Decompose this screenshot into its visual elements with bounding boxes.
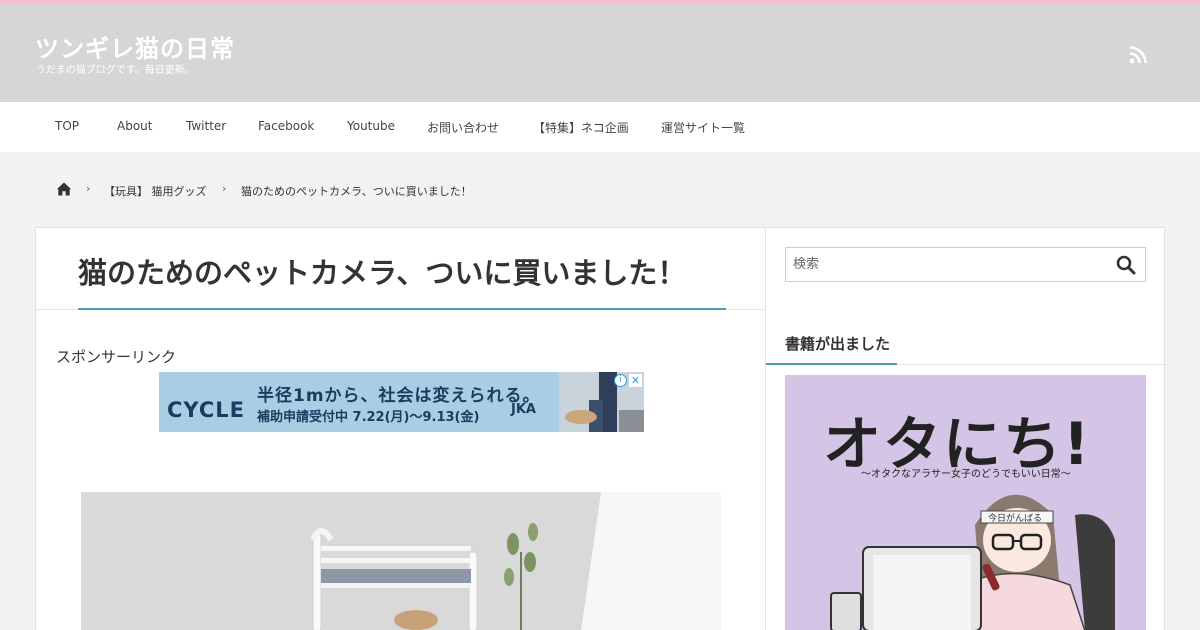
nav-item-twitter[interactable]: Twitter [186, 119, 226, 133]
search-icon[interactable] [1116, 255, 1136, 275]
page-title: 猫のためのペットカメラ、ついに買いました！ [78, 256, 687, 290]
chevron-right-icon: › [222, 182, 227, 195]
nav-item-youtube[interactable]: Youtube [347, 119, 395, 133]
search-input[interactable] [786, 248, 1106, 281]
article-card: 猫のためのペットカメラ、ついに買いました！ スポンサーリンク CYCLE 半径1… [35, 227, 766, 630]
article-image [81, 492, 721, 630]
nav-item-special[interactable]: 【特集】ネコ企画 [533, 119, 629, 136]
search-box [785, 247, 1146, 282]
home-icon[interactable] [56, 181, 72, 197]
site-header: ツンギレ猫の日常 うだまの猫ブログです。毎日更新。 [0, 0, 1200, 102]
widget-title-underline [766, 363, 897, 365]
book-illustration: 今日がんばる [830, 494, 1115, 630]
sponsor-label: スポンサーリンク [56, 348, 177, 366]
book-headband-text: 今日がんばる [988, 512, 1042, 524]
site-title[interactable]: ツンギレ猫の日常 [35, 29, 235, 64]
info-icon[interactable]: i [614, 374, 627, 387]
ad-headline: 半径1mから、社会は変えられる。 [257, 386, 541, 406]
title-area: 猫のためのペットカメラ、ついに買いました！ [36, 228, 765, 310]
nav-item-top[interactable]: TOP [55, 119, 79, 133]
ad-banner[interactable]: CYCLE 半径1mから、社会は変えられる。 補助申請受付中 7.22(月)～9… [159, 372, 644, 432]
chevron-right-icon: › [86, 182, 91, 195]
breadcrumb: › 【玩具】 猫用グッズ › 猫のためのペットカメラ、ついに買いました！ [0, 152, 1200, 227]
breadcrumb-current: 猫のためのペットカメラ、ついに買いました！ [241, 185, 472, 198]
nav-item-contact[interactable]: お問い合わせ [427, 119, 499, 136]
ad-brand: CYCLE [167, 398, 246, 422]
ad-logo: JKA [511, 402, 536, 417]
global-nav: TOP About Twitter Facebook Youtube お問い合わ… [0, 102, 1200, 152]
rss-icon[interactable] [1128, 45, 1148, 65]
nav-item-about[interactable]: About [117, 119, 152, 133]
close-icon[interactable]: ✕ [629, 374, 642, 387]
nav-item-sites[interactable]: 運営サイト一覧 [661, 119, 745, 136]
ad-subline: 補助申請受付中 7.22(月)～9.13(金) [257, 410, 480, 425]
book-cover-image[interactable]: オタにち! 〜オタクなアラサー女子のどうでもいい日常〜 今日がんばる [785, 375, 1146, 630]
widget-title: 書籍が出ました [785, 335, 891, 353]
nav-item-facebook[interactable]: Facebook [258, 119, 314, 133]
sidebar: 書籍が出ました オタにち! 〜オタクなアラサー女子のどうでもいい日常〜 今日がん… [765, 227, 1165, 630]
article-image-scene [81, 492, 721, 630]
title-underline [78, 308, 726, 310]
site-description: うだまの猫ブログです。毎日更新。 [36, 65, 195, 76]
breadcrumb-category[interactable]: 【玩具】 猫用グッズ [104, 183, 207, 199]
